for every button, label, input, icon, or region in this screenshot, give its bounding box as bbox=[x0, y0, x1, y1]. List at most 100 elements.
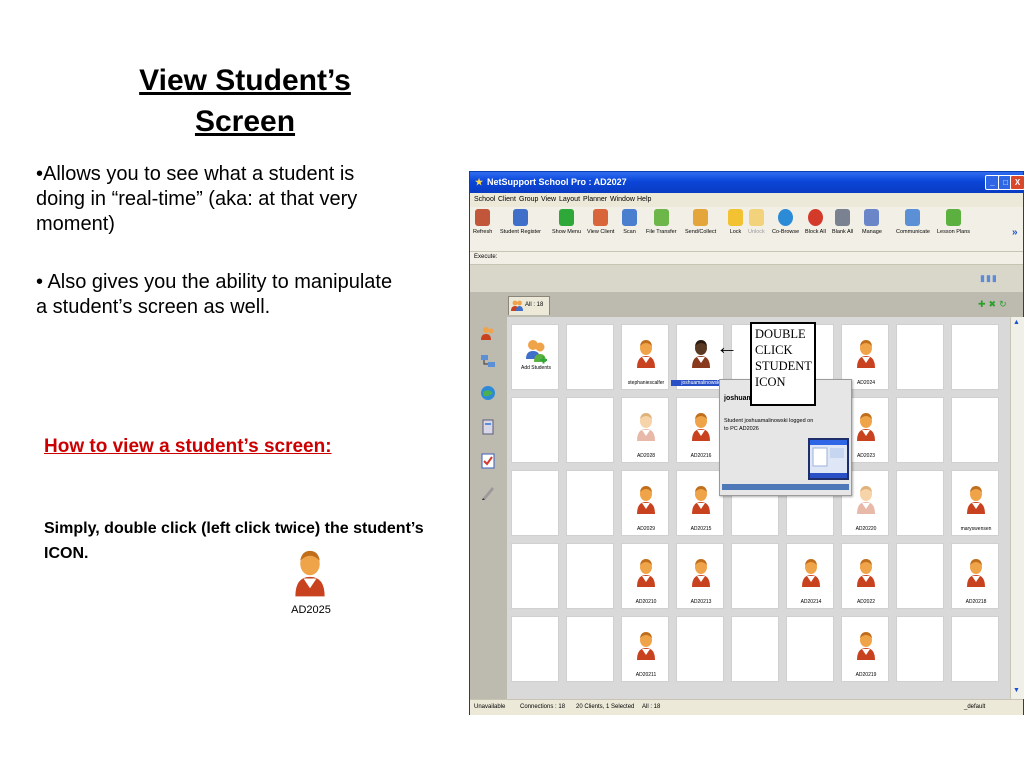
empty-seat-tile[interactable] bbox=[951, 616, 999, 682]
manage-button[interactable]: Manage bbox=[862, 209, 882, 235]
pen-annotate-icon[interactable] bbox=[480, 485, 496, 501]
example-student-icon[interactable] bbox=[285, 546, 335, 598]
student-tile[interactable]: AD20218 bbox=[951, 543, 999, 609]
student-tile[interactable]: AD2028 bbox=[621, 397, 669, 463]
menu-help[interactable]: Help bbox=[637, 196, 651, 203]
scroll-up-icon[interactable]: ▲ bbox=[1013, 319, 1020, 326]
student-tile[interactable]: AD20216 bbox=[676, 397, 724, 463]
student-tile[interactable]: AD2029 bbox=[621, 470, 669, 536]
empty-seat-tile[interactable] bbox=[566, 324, 614, 390]
title-bar[interactable]: ★ NetSupport School Pro : AD2027 _ □ X bbox=[470, 172, 1024, 193]
status-bar: Unavailable Connections : 18 20 Clients,… bbox=[470, 699, 1023, 715]
close-button[interactable]: X bbox=[1010, 175, 1024, 190]
student-screen-thumbnail[interactable] bbox=[808, 438, 849, 480]
application-view-icon[interactable] bbox=[480, 419, 496, 435]
execute-bar[interactable]: Execute: bbox=[470, 252, 1023, 265]
menu-layout[interactable]: Layout bbox=[559, 196, 580, 203]
co-browse-button[interactable]: Co-Browse bbox=[772, 209, 799, 235]
network-view-icon[interactable] bbox=[480, 353, 496, 369]
empty-seat-tile[interactable] bbox=[786, 616, 834, 682]
student-person-icon bbox=[802, 559, 820, 587]
student-name-label: AD20211 bbox=[635, 672, 657, 678]
empty-seat-tile[interactable] bbox=[511, 543, 559, 609]
student-person-icon bbox=[692, 486, 710, 514]
callout-line3: STUDENT bbox=[755, 359, 812, 373]
empty-seat-tile[interactable] bbox=[896, 324, 944, 390]
menu-planner[interactable]: Planner bbox=[583, 196, 607, 203]
student-name-label: AD20210 bbox=[635, 599, 657, 605]
student-tile[interactable]: maryswensen bbox=[951, 470, 999, 536]
menu-group[interactable]: Group bbox=[519, 196, 538, 203]
lock-button[interactable]: Lock bbox=[728, 209, 743, 235]
client-view-icon[interactable] bbox=[480, 325, 496, 341]
student-name-label: AD2022 bbox=[856, 599, 876, 605]
empty-seat-tile[interactable] bbox=[896, 470, 944, 536]
internet-view-icon[interactable] bbox=[480, 385, 496, 401]
menu-view[interactable]: View bbox=[541, 196, 556, 203]
student-person-icon bbox=[692, 340, 710, 368]
toolbar-overflow-chevron-icon[interactable]: » bbox=[1012, 227, 1018, 238]
tab-all-students[interactable]: All : 18 bbox=[508, 296, 550, 315]
student-tile[interactable]: AD20219 bbox=[841, 616, 889, 682]
student-name-label: maryswensen bbox=[960, 526, 992, 532]
empty-seat-tile[interactable] bbox=[511, 470, 559, 536]
empty-seat-tile[interactable] bbox=[896, 543, 944, 609]
communicate-button[interactable]: Communicate bbox=[896, 209, 930, 235]
empty-seat-tile[interactable] bbox=[896, 616, 944, 682]
scan-button[interactable]: Scan bbox=[622, 209, 637, 235]
globe-icon bbox=[778, 209, 794, 226]
group-add-remove-icons[interactable]: ✚✖↻ bbox=[978, 299, 1010, 310]
layout-toggle-icons[interactable]: ▮▮▮ bbox=[980, 273, 998, 284]
send-collect-button[interactable]: Send/Collect bbox=[685, 209, 716, 235]
manage-icon bbox=[864, 209, 880, 226]
slide-title: View Student’s Screen bbox=[100, 60, 390, 142]
survey-checklist-icon[interactable] bbox=[480, 453, 496, 469]
student-tile[interactable]: AD20210 bbox=[621, 543, 669, 609]
execute-label: Execute: bbox=[474, 254, 498, 260]
lesson-plans-label: Lesson Plans bbox=[937, 229, 971, 235]
view-client-button[interactable]: View Client bbox=[587, 209, 614, 235]
show-menu-button[interactable]: Show Menu bbox=[552, 209, 581, 235]
student-name-label: AD2029 bbox=[636, 526, 656, 532]
menu-window[interactable]: Window bbox=[610, 196, 635, 203]
popup-student-name: joshuam bbox=[724, 395, 753, 402]
empty-seat-tile[interactable] bbox=[676, 616, 724, 682]
send-collect-icon bbox=[693, 209, 709, 226]
status-selection: 20 Clients, 1 Selected bbox=[576, 704, 635, 710]
student-person-icon bbox=[857, 340, 875, 368]
empty-seat-tile[interactable] bbox=[896, 397, 944, 463]
grid-scrollbar[interactable]: ▲ ▼ bbox=[1010, 317, 1024, 699]
refresh-button[interactable]: Refresh bbox=[473, 209, 492, 235]
student-tile[interactable]: AD20211 bbox=[621, 616, 669, 682]
block-all-button[interactable]: Block All bbox=[805, 209, 826, 235]
file-transfer-label: File Transfer bbox=[646, 229, 677, 235]
empty-seat-tile[interactable] bbox=[951, 324, 999, 390]
empty-seat-tile[interactable] bbox=[566, 397, 614, 463]
howto-heading: How to view a student’s screen: bbox=[44, 436, 332, 457]
blank-all-button[interactable]: Blank All bbox=[832, 209, 853, 235]
view-client-icon bbox=[593, 209, 609, 226]
empty-seat-tile[interactable] bbox=[511, 397, 559, 463]
student-person-icon bbox=[637, 340, 655, 368]
empty-seat-tile[interactable] bbox=[511, 616, 559, 682]
student-register-button[interactable]: Student Register bbox=[500, 209, 541, 235]
student-tile[interactable]: AD20214 bbox=[786, 543, 834, 609]
add-students-tile[interactable]: Add Students bbox=[511, 324, 559, 390]
menu-client[interactable]: Client bbox=[498, 196, 516, 203]
empty-seat-tile[interactable] bbox=[566, 616, 614, 682]
empty-seat-tile[interactable] bbox=[566, 470, 614, 536]
empty-seat-tile[interactable] bbox=[566, 543, 614, 609]
menu-school[interactable]: School bbox=[474, 196, 495, 203]
lesson-plans-button[interactable]: Lesson Plans bbox=[937, 209, 970, 235]
student-tile[interactable]: AD2022 bbox=[841, 543, 889, 609]
student-tile[interactable]: AD20213 bbox=[676, 543, 724, 609]
empty-seat-tile[interactable] bbox=[951, 397, 999, 463]
empty-seat-tile[interactable] bbox=[731, 616, 779, 682]
student-tile[interactable]: stephaniescalfer bbox=[621, 324, 669, 390]
scroll-down-icon[interactable]: ▼ bbox=[1013, 687, 1020, 694]
file-transfer-button[interactable]: File Transfer bbox=[646, 209, 677, 235]
student-tile[interactable]: AD20215 bbox=[676, 470, 724, 536]
slide-title-line2: Screen bbox=[194, 105, 296, 138]
unlock-button[interactable]: Unlock bbox=[748, 209, 765, 235]
empty-seat-tile[interactable] bbox=[731, 543, 779, 609]
